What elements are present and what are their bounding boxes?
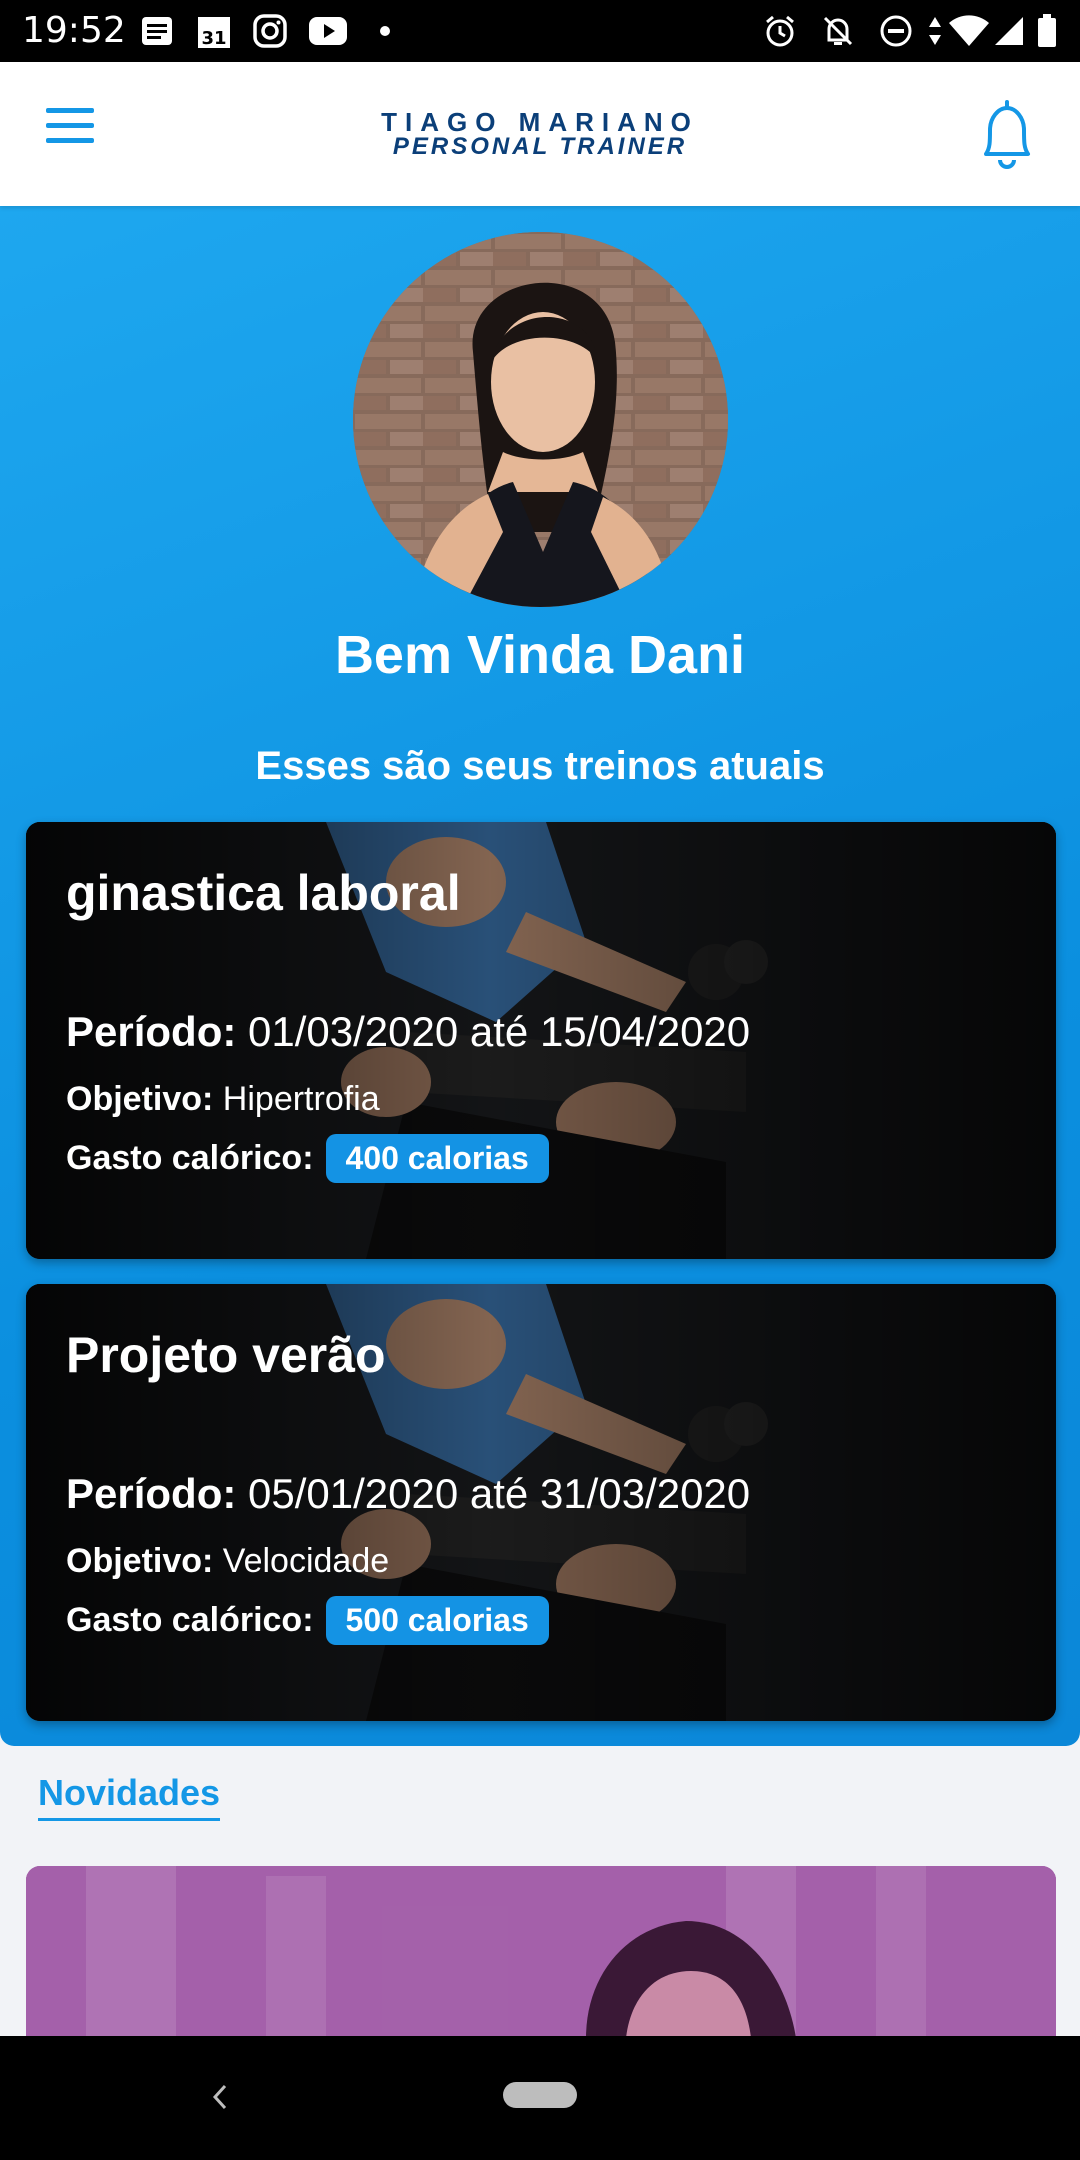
logo-line-1: TIAGO MARIANO xyxy=(381,107,699,137)
status-bar: 19:52 31 xyxy=(0,0,1080,62)
calories-label: Gasto calórico: xyxy=(66,1601,314,1639)
dot-icon xyxy=(380,26,390,36)
workout-title: ginastica laboral xyxy=(66,865,461,921)
objective-value: Velocidade xyxy=(222,1542,390,1580)
workout-calories: Gasto calórico: 500 calorias xyxy=(66,1596,549,1645)
workout-calories: Gasto calórico: 400 calorias xyxy=(66,1134,549,1183)
avatar[interactable] xyxy=(353,232,728,607)
calendar-icon: 31 xyxy=(196,13,232,49)
calories-badge: 400 calorias xyxy=(325,1134,549,1183)
news-heading[interactable]: Novidades xyxy=(38,1772,221,1821)
bell-icon xyxy=(984,100,1030,169)
instagram-icon xyxy=(252,13,288,49)
menu-icon xyxy=(46,108,94,113)
objective-label: Objetivo: xyxy=(66,1080,214,1118)
app-bar: TIAGO MARIANO PERSONAL TRAINER xyxy=(0,62,1080,206)
alarm-icon xyxy=(762,13,798,49)
workout-card[interactable]: Projeto verão Período: 05/01/2020 até 31… xyxy=(26,1284,1056,1721)
wifi-icon xyxy=(948,13,990,49)
workout-objective: Objetivo: Velocidade xyxy=(66,1542,389,1581)
calendar-day-text: 31 xyxy=(201,28,226,49)
period-label: Período: xyxy=(66,1470,237,1517)
news-icon xyxy=(140,13,174,49)
calories-badge: 500 calorias xyxy=(325,1596,549,1645)
calories-label: Gasto calórico: xyxy=(66,1139,314,1177)
workout-card[interactable]: ginastica laboral Período: 01/03/2020 at… xyxy=(26,822,1056,1259)
battery-icon xyxy=(1036,13,1058,49)
period-value: 01/03/2020 até 15/04/2020 xyxy=(248,1008,751,1055)
status-time: 19:52 xyxy=(22,10,126,51)
welcome-heading: Bem Vinda Dani xyxy=(334,625,746,685)
avatar-photo xyxy=(353,232,728,607)
menu-button[interactable] xyxy=(40,108,100,160)
notifications-off-icon xyxy=(820,13,856,49)
period-value: 05/01/2020 até 31/03/2020 xyxy=(248,1470,751,1517)
youtube-icon xyxy=(308,13,348,49)
brand-logo: TIAGO MARIANO PERSONAL TRAINER xyxy=(340,108,740,164)
data-icon xyxy=(926,13,944,49)
period-label: Período: xyxy=(66,1008,237,1055)
objective-label: Objetivo: xyxy=(66,1542,214,1580)
workout-objective: Objetivo: Hipertrofia xyxy=(66,1080,380,1119)
news-card[interactable] xyxy=(26,1866,1056,2038)
workouts-subtitle: Esses são seus treinos atuais xyxy=(255,744,825,788)
home-button[interactable] xyxy=(503,2082,577,2108)
menu-icon-line xyxy=(46,123,94,128)
hero-section: Bem Vinda Dani Esses são seus treinos at… xyxy=(0,206,1080,1746)
workout-title: Projeto verão xyxy=(66,1327,386,1383)
system-nav-bar xyxy=(0,2036,1080,2160)
objective-value: Hipertrofia xyxy=(222,1080,380,1118)
do-not-disturb-icon xyxy=(878,13,914,49)
workout-period: Período: 05/01/2020 até 31/03/2020 xyxy=(66,1470,750,1518)
back-button[interactable] xyxy=(206,2082,236,2112)
menu-icon-line xyxy=(46,138,94,143)
back-icon xyxy=(212,2084,227,2110)
news-card-image xyxy=(26,1866,1056,2038)
logo-line-2: PERSONAL TRAINER xyxy=(392,133,688,160)
notifications-button[interactable] xyxy=(976,98,1038,174)
signal-icon xyxy=(994,13,1024,49)
workout-period: Período: 01/03/2020 até 15/04/2020 xyxy=(66,1008,750,1056)
